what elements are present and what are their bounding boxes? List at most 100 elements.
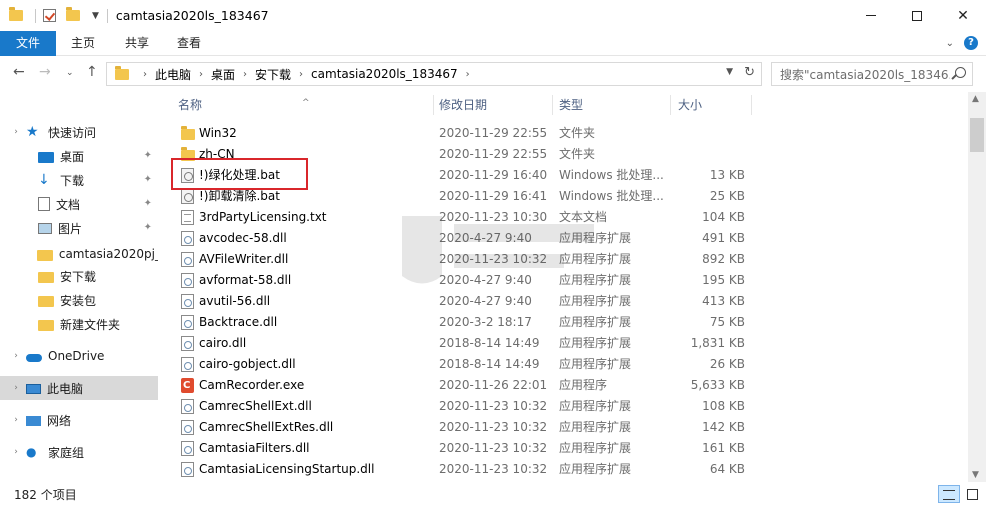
table-row[interactable]: CamtasiaFilters.dll 2020-11-23 10:32 应用程序扩… [166,438,766,459]
tab-file[interactable]: 文件 [0,31,56,56]
expand-arrow-icon[interactable]: › [10,351,22,361]
chevron-right-icon[interactable]: › [143,69,147,80]
window-title: camtasia2020ls_183467 [115,8,269,23]
file-size: 26 KB [709,357,745,371]
sidebar-item[interactable]: camtasia2020pj_1 [0,242,158,266]
scroll-down-icon[interactable]: ▼ [972,470,979,480]
properties-icon[interactable] [43,9,56,22]
pin-icon[interactable]: ✦ [144,222,152,233]
table-row[interactable]: cairo.dll 2018-8-14 14:49 应用程序扩展 1,831 KB [166,333,766,354]
expand-ribbon-icon[interactable]: ⌄ [946,38,954,49]
tab-home[interactable]: 主页 [56,31,110,56]
table-row[interactable]: cairo-gobject.dll 2018-8-14 14:49 应用程序扩展 26… [166,354,766,375]
table-row[interactable]: CamRecorder.exe 2020-11-26 22:01 应用程序 5,633… [166,375,766,396]
vertical-scrollbar[interactable]: ▲ ▼ [968,92,986,482]
pin-icon[interactable]: ✦ [144,198,152,209]
file-name: cairo-gobject.dll [199,357,296,371]
expand-arrow-icon[interactable]: › [10,383,22,393]
table-row[interactable]: AVFileWriter.dll 2020-11-23 10:32 应用程序扩展 89… [166,249,766,270]
dll-file-icon [181,462,194,477]
expand-arrow-icon[interactable]: › [10,415,22,425]
navigation-pane: › ★ 快速访问 桌面 ✦ ↓ 下载 ✦ 文档 ✦ 图片 ✦ camtasia2020pj_1 安下载 安装… [0,92,158,482]
up-arrow-icon[interactable]: ↑ [86,64,98,80]
scroll-up-icon[interactable]: ▲ [972,94,979,104]
file-date: 2020-11-23 10:32 [439,441,548,455]
file-name: AVFileWriter.dll [199,252,289,266]
chevron-down-icon[interactable]: ▼ [726,67,733,77]
computer-icon [26,384,41,394]
breadcrumb-desktop[interactable]: 桌面 [211,66,235,83]
minimize-button[interactable] [848,0,894,31]
sidebar-item[interactable]: 桌面 ✦ [0,144,158,168]
close-button[interactable]: ✕ [940,0,986,31]
breadcrumb-this-pc[interactable]: 此电脑 [155,66,191,83]
file-type: 应用程序扩展 [559,462,632,476]
back-arrow-icon[interactable]: ← [13,64,25,80]
recent-locations-icon[interactable]: ⌄ [66,68,74,78]
new-folder-icon[interactable] [66,7,80,21]
title-bar: ▼ camtasia2020ls_183467 ✕ [0,0,986,31]
search-input[interactable]: 搜索"camtasia2020ls_18346... [780,66,950,83]
chevron-right-icon[interactable]: › [199,69,203,80]
table-row[interactable]: 3rdPartyLicensing.txt 2020-11-23 10:30 文本文… [166,207,766,228]
table-row[interactable]: Backtrace.dll 2020-3-2 18:17 应用程序扩展 75 KB [166,312,766,333]
table-row[interactable]: CamtasiaLicensingStartup.dll 2020-11-23 1… [166,459,766,480]
tab-view[interactable]: 查看 [164,31,214,56]
pin-icon[interactable]: ✦ [144,150,152,161]
maximize-button[interactable] [894,0,940,31]
breadcrumb-current-folder[interactable]: camtasia2020ls_183467 [311,67,458,81]
chevron-right-icon[interactable]: › [299,69,303,80]
large-icons-view-icon[interactable] [963,485,981,503]
search-box[interactable]: 搜索"camtasia2020ls_18346... [771,62,973,86]
expand-arrow-icon[interactable]: › [10,127,22,137]
file-date: 2018-8-14 14:49 [439,336,540,350]
sidebar-item[interactable]: 安装包 [0,288,158,312]
sidebar-item[interactable]: › ● 家庭组 [0,440,158,464]
table-row[interactable]: avutil-56.dll 2020-4-27 9:40 应用程序扩展 413 KB [166,291,766,312]
column-header-name[interactable]: 名称 ^ [171,92,433,118]
help-icon[interactable]: ? [964,36,978,50]
file-type: 应用程序扩展 [559,336,632,350]
column-header-size[interactable]: 大小 [671,92,751,118]
download-icon: ↓ [38,172,50,188]
file-name: Backtrace.dll [199,315,278,329]
sidebar-item[interactable]: › 此电脑 [0,376,158,400]
sidebar-item[interactable]: 文档 ✦ [0,192,158,216]
dll-file-icon [181,273,194,288]
pin-icon[interactable]: ✦ [144,174,152,185]
refresh-icon[interactable]: ↻ [744,65,755,80]
sidebar-item[interactable]: ↓ 下载 ✦ [0,168,158,192]
column-header-date[interactable]: 修改日期 [432,92,552,118]
sidebar-item[interactable]: 新建文件夹 [0,312,158,336]
column-header-type[interactable]: 类型 [552,92,670,118]
folder-icon [38,295,54,307]
expand-arrow-icon[interactable]: › [10,447,22,457]
sidebar-item[interactable]: 安下载 [0,264,158,288]
details-view-icon[interactable] [938,485,960,503]
chevron-down-icon[interactable]: ▼ [92,11,99,21]
table-row[interactable]: CamrecShellExt.dll 2020-11-23 10:32 应用程序扩展… [166,396,766,417]
file-date: 2020-11-23 10:32 [439,420,548,434]
table-row[interactable]: Win32 2020-11-29 22:55 文件夹 [166,123,766,144]
column-divider[interactable] [751,95,752,115]
table-row[interactable]: avformat-58.dll 2020-4-27 9:40 应用程序扩展 195 K… [166,270,766,291]
search-icon[interactable] [955,67,966,78]
table-row[interactable]: avcodec-58.dll 2020-4-27 9:40 应用程序扩展 491 KB [166,228,766,249]
chevron-right-icon[interactable]: › [466,69,470,80]
breadcrumb-anxiazai[interactable]: 安下载 [255,66,291,83]
table-row[interactable]: CamrecShellExtRes.dll 2020-11-23 10:32 应用程… [166,417,766,438]
address-bar[interactable]: › 此电脑 › 桌面 › 安下载 › camtasia2020ls_183467… [106,62,762,86]
sidebar-item[interactable]: 图片 ✦ [0,216,158,240]
sidebar-item[interactable]: › ★ 快速访问 [0,120,158,144]
file-size: 13 KB [709,168,745,182]
file-date: 2020-4-27 9:40 [439,273,532,287]
sidebar-item[interactable]: › OneDrive [0,344,158,368]
sidebar-item[interactable]: › 网络 [0,408,158,432]
tab-share[interactable]: 共享 [110,31,164,56]
forward-arrow-icon[interactable]: → [39,64,51,80]
file-name: CamRecorder.exe [199,378,305,392]
chevron-right-icon[interactable]: › [243,69,247,80]
folder-icon [36,249,53,261]
ribbon-right-controls: ⌄ ? [946,36,978,50]
scrollbar-thumb[interactable] [970,118,984,152]
